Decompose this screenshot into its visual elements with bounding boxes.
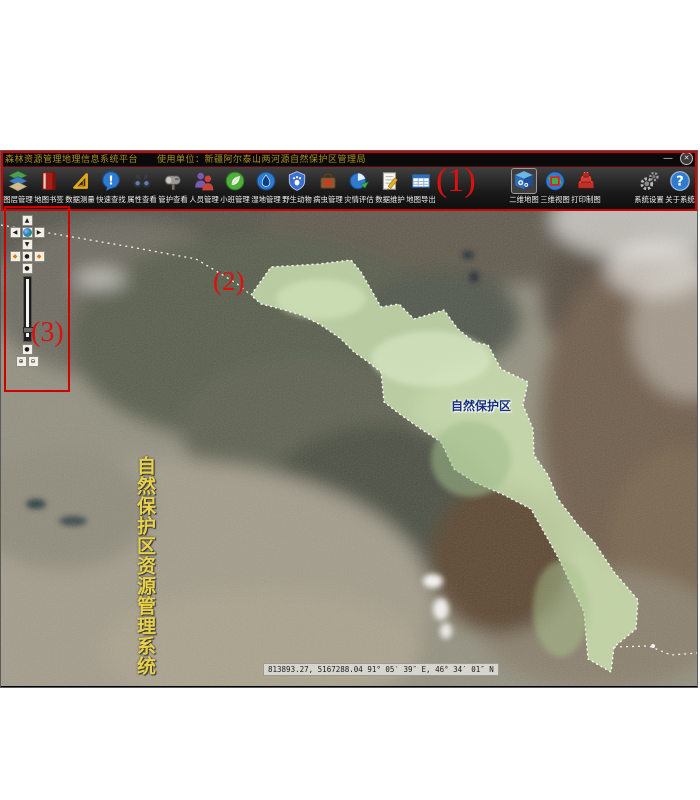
full-globe-button[interactable] — [22, 227, 33, 238]
print-map-button[interactable]: 打印制图 — [570, 168, 601, 205]
pan-up-button[interactable]: ▲ — [22, 215, 33, 226]
toolbar-label: 野生动物 — [282, 194, 311, 204]
toolbar-label: 小班管理 — [220, 194, 249, 204]
wetland-manage-button[interactable]: 湿地管理 — [250, 168, 281, 205]
ruler-icon — [68, 169, 92, 193]
toolbar-label: 属性查看 — [127, 194, 156, 204]
book-icon — [37, 169, 61, 193]
toolbar-label: 管护查看 — [158, 194, 187, 204]
layer-manage-button[interactable]: 图层管理 — [2, 168, 33, 205]
toolbar-label: 数据维护 — [375, 194, 404, 204]
watermark-text: 自然保护区资源管理系统 — [135, 456, 155, 676]
about-system-button[interactable]: ? 关于系统 — [664, 168, 695, 205]
layers-icon — [6, 169, 30, 193]
coordinate-statusbar: 813893.27, 5167288.04 91° 05′ 39″ E, 46°… — [263, 663, 499, 676]
attribute-view-button[interactable]: 属性查看 — [126, 168, 157, 205]
globe-red-square-icon — [543, 169, 567, 193]
earth-icon — [23, 228, 32, 237]
toolbar-label: 病虫管理 — [313, 194, 342, 204]
pan-down-button[interactable]: ▼ — [22, 239, 33, 250]
binoculars-icon — [130, 169, 154, 193]
toolbar-left-group: 图层管理 地图书签 数据测量 ! 快速查找 — [2, 168, 436, 205]
data-measure-button[interactable]: 数据测量 — [64, 168, 95, 205]
toolbar-label: 系统设置 — [634, 194, 663, 204]
zoom-out-button[interactable]: ⊖ — [28, 356, 39, 367]
disaster-assess-button[interactable]: 灾情评估 — [343, 168, 374, 205]
toolbar-label: 快速查找 — [96, 194, 125, 204]
gears-icon — [637, 169, 661, 193]
data-maintain-button[interactable]: 数据维护 — [374, 168, 405, 205]
patrol-view-button[interactable]: 管护查看 — [157, 168, 188, 205]
zoom-slider-handle[interactable] — [23, 327, 34, 333]
pie-chart-icon — [347, 169, 371, 193]
toolbar-label: 二维地图 — [509, 194, 538, 204]
map-2d-button[interactable]: 二维地图 — [508, 168, 539, 205]
people-icon — [192, 169, 216, 193]
toolbar-label: 地图导出 — [406, 194, 435, 204]
view-3d-button[interactable]: 三维视图 — [539, 168, 570, 205]
toolbar-label: 地图书签 — [34, 194, 63, 204]
speech-exclaim-icon: ! — [99, 169, 123, 193]
reserve-label: 自然保护区 — [451, 397, 511, 414]
mailbox-icon — [161, 169, 185, 193]
toolbar-label: 三维视图 — [540, 194, 569, 204]
red-blocks-icon — [574, 169, 598, 193]
map-bookmark-button[interactable]: 地图书签 — [33, 168, 64, 205]
map-canvas[interactable]: 自然保护区 自然保护区资源管理系统 813893.27, 5167288.04 … — [1, 209, 697, 686]
reset-view-button[interactable]: ● — [22, 263, 33, 274]
cube-gears-icon — [512, 169, 536, 193]
main-toolbar: 图层管理 地图书签 数据测量 ! 快速查找 — [1, 167, 697, 209]
minimize-button[interactable]: — — [663, 155, 673, 163]
personnel-manage-button[interactable]: 人员管理 — [188, 168, 219, 205]
satellite-map — [1, 209, 697, 686]
quick-search-button[interactable]: ! 快速查找 — [95, 168, 126, 205]
pan-left-button[interactable]: ◀ — [10, 227, 21, 238]
toolbar-system-group: 系统设置 ? 关于系统 — [633, 168, 695, 205]
page: { "window": { "title": "森林资源管理地理信息系统平台 使… — [0, 0, 700, 800]
boundary-marker — [651, 644, 655, 648]
pest-manage-button[interactable]: 病虫管理 — [312, 168, 343, 205]
subcompartment-manage-button[interactable]: 小班管理 — [219, 168, 250, 205]
rotate-right-button[interactable]: ◆ — [34, 251, 45, 262]
toolbar-label: 人员管理 — [189, 194, 218, 204]
map-navigation-control: ▲ ◀ ▶ ▼ ◆ ● ◆ ● ● ⊕ ⊖ — [9, 215, 45, 368]
svg-text:!: ! — [108, 173, 114, 187]
toolbar-label: 灾情评估 — [344, 194, 373, 204]
toolbar-label: 关于系统 — [665, 194, 694, 204]
question-icon: ? — [668, 169, 692, 193]
svg-text:?: ? — [676, 174, 684, 189]
wildlife-button[interactable]: 野生动物 — [281, 168, 312, 205]
close-button[interactable]: ✕ — [680, 152, 693, 165]
shield-paw-icon — [285, 169, 309, 193]
medical-bag-icon — [316, 169, 340, 193]
zoom-slider[interactable] — [23, 276, 32, 342]
full-extent-button[interactable]: ● — [22, 344, 33, 355]
leaf-icon — [223, 169, 247, 193]
zoom-in-button[interactable]: ⊕ — [16, 356, 27, 367]
notepad-pencil-icon — [378, 169, 402, 193]
center-button[interactable]: ● — [22, 251, 33, 262]
toolbar-label: 湿地管理 — [251, 194, 280, 204]
map-export-button[interactable]: 地图导出 — [405, 168, 436, 205]
window-title: 森林资源管理地理信息系统平台 使用单位：新疆阿尔泰山两河源自然保护区管理局 — [5, 152, 366, 165]
toolbar-label: 图层管理 — [3, 194, 32, 204]
app-window: 森林资源管理地理信息系统平台 使用单位：新疆阿尔泰山两河源自然保护区管理局 — … — [0, 150, 698, 688]
toolbar-label: 数据测量 — [65, 194, 94, 204]
toolbar-label: 打印制图 — [571, 194, 600, 204]
waterdrop-icon — [254, 169, 278, 193]
pan-right-button[interactable]: ▶ — [34, 227, 45, 238]
title-bar: 森林资源管理地理信息系统平台 使用单位：新疆阿尔泰山两河源自然保护区管理局 — … — [1, 151, 697, 167]
rotate-left-button[interactable]: ◆ — [10, 251, 21, 262]
system-settings-button[interactable]: 系统设置 — [633, 168, 664, 205]
table-grid-icon — [409, 169, 433, 193]
toolbar-map-mode-group: 二维地图 三维视图 打印制图 — [508, 168, 601, 205]
